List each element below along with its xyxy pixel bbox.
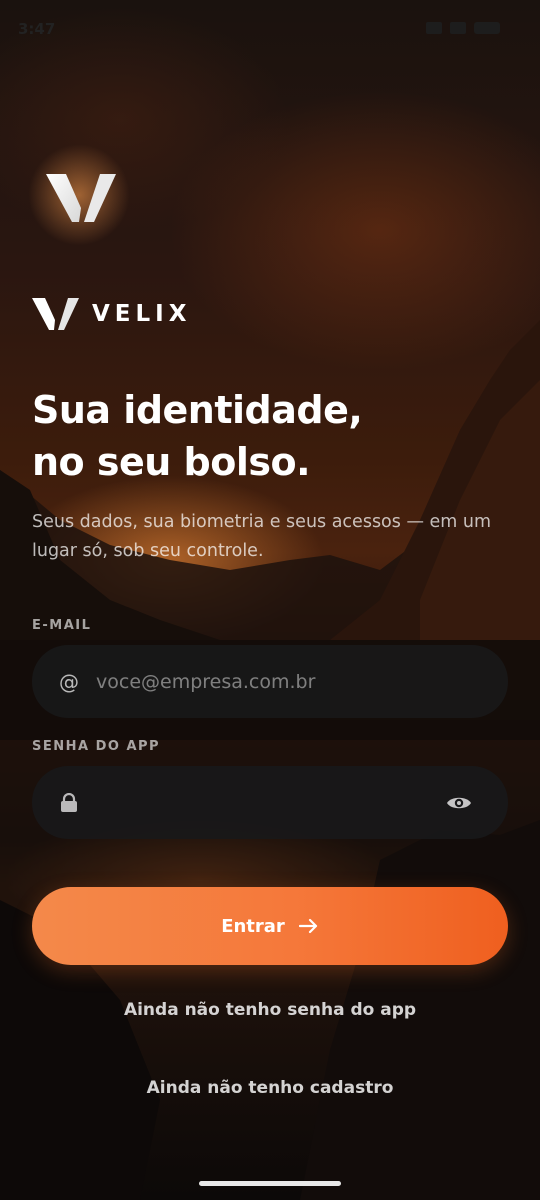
- password-field-container[interactable]: [32, 766, 508, 839]
- velix-logo-icon: [46, 174, 116, 222]
- velix-logo-mark-icon: [32, 298, 79, 330]
- email-field-container[interactable]: @: [32, 645, 508, 718]
- home-indicator: [199, 1181, 341, 1186]
- status-bar: 3:47: [0, 0, 540, 56]
- status-time: 3:47: [18, 20, 56, 38]
- battery-icon: [474, 22, 500, 34]
- brand-name: VELIX: [92, 301, 192, 327]
- no-account-link[interactable]: Ainda não tenho cadastro: [0, 1078, 540, 1098]
- password-label: SENHA DO APP: [32, 739, 161, 754]
- subtitle: Seus dados, sua biometria e seus acessos…: [32, 512, 492, 561]
- page-title: Sua identidade, no seu bolso.: [32, 384, 452, 488]
- headline-line-2: no seu bolso.: [32, 440, 311, 484]
- signal-icon: [450, 22, 466, 34]
- brand-lockup: VELIX: [32, 296, 191, 332]
- email-field[interactable]: [96, 645, 438, 718]
- status-icons: [426, 22, 500, 34]
- password-field[interactable]: [96, 766, 438, 839]
- headline-line-1: Sua identidade,: [32, 388, 363, 432]
- submit-button-label: Entrar: [221, 915, 285, 937]
- wifi-icon: [426, 22, 442, 34]
- lock-icon: [58, 792, 80, 814]
- email-label: E-MAIL: [32, 618, 92, 633]
- no-password-link[interactable]: Ainda não tenho senha do app: [0, 1000, 540, 1020]
- submit-button[interactable]: Entrar: [32, 887, 508, 965]
- arrow-right-icon: [298, 918, 317, 934]
- at-icon: @: [59, 669, 79, 694]
- eye-icon[interactable]: [446, 790, 472, 816]
